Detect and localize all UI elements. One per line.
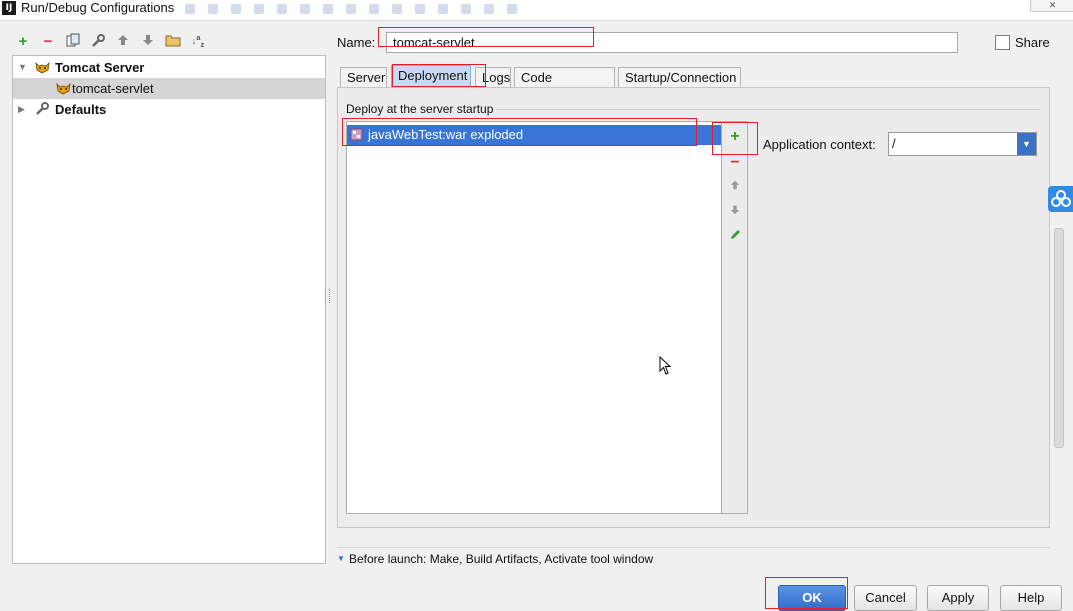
- sort-icon[interactable]: ↓az: [189, 33, 207, 51]
- tomcat-icon: [35, 61, 50, 74]
- expand-arrow-icon[interactable]: ▶: [18, 99, 25, 120]
- tab-server[interactable]: Server: [340, 67, 387, 87]
- share-label: Share: [1015, 35, 1050, 50]
- application-context-value: /: [892, 136, 896, 151]
- background-toolbar-ghost: [185, 2, 545, 14]
- tab-startup-connection[interactable]: Startup/Connection: [618, 67, 741, 87]
- tomcat-icon: [56, 82, 71, 95]
- application-context-label: Application context:: [763, 137, 876, 152]
- chevron-down-icon[interactable]: ▼: [1017, 133, 1036, 155]
- section-divider: [496, 109, 1040, 110]
- add-icon[interactable]: +: [14, 33, 32, 51]
- before-launch-divider: [337, 547, 1050, 548]
- remove-icon[interactable]: −: [39, 33, 57, 51]
- copy-icon[interactable]: [64, 33, 82, 51]
- collapse-arrow-icon[interactable]: ▼: [337, 554, 345, 563]
- move-up-icon[interactable]: [114, 33, 132, 51]
- window-title: Run/Debug Configurations: [21, 0, 175, 15]
- tab-deployment[interactable]: Deployment: [391, 65, 471, 87]
- war-artifact-icon: [350, 128, 363, 141]
- deploy-section-label: Deploy at the server startup: [346, 102, 494, 116]
- mouse-cursor-icon: [659, 356, 672, 375]
- list-item[interactable]: javaWebTest:war exploded: [347, 125, 721, 145]
- configuration-tree: ▼ Tomcat Server tomcat-servlet ▶ Default…: [12, 55, 326, 564]
- before-launch-label[interactable]: Before launch: Make, Build Artifacts, Ac…: [349, 552, 653, 566]
- tree-item-tomcat-servlet[interactable]: tomcat-servlet: [13, 78, 325, 99]
- settings-icon[interactable]: [89, 33, 107, 51]
- cloud-sync-icon[interactable]: [1048, 186, 1073, 212]
- folder-icon[interactable]: [164, 33, 182, 51]
- vertical-scrollbar[interactable]: [1054, 228, 1064, 448]
- ok-button[interactable]: OK: [778, 585, 846, 611]
- help-button[interactable]: Help: [1000, 585, 1062, 611]
- tab-code-coverage[interactable]: Code Coverage: [514, 67, 615, 105]
- cancel-button[interactable]: Cancel: [854, 585, 917, 611]
- move-down-icon[interactable]: [722, 203, 748, 221]
- remove-artifact-button[interactable]: −: [722, 154, 748, 172]
- edit-pencil-icon[interactable]: [722, 228, 748, 246]
- share-checkbox[interactable]: [995, 35, 1010, 50]
- expand-arrow-icon[interactable]: ▼: [18, 57, 27, 78]
- move-up-icon[interactable]: [722, 178, 748, 196]
- intellij-app-icon: IJ: [2, 1, 16, 15]
- close-window-button[interactable]: ✕: [1030, 0, 1073, 12]
- tree-item-label: Defaults: [55, 102, 107, 117]
- artifact-label: javaWebTest:war exploded: [368, 127, 524, 142]
- defaults-wrench-icon: [36, 102, 49, 115]
- tree-item-tomcat-server[interactable]: ▼ Tomcat Server: [13, 57, 325, 78]
- apply-button[interactable]: Apply: [927, 585, 989, 611]
- move-down-icon[interactable]: [139, 33, 157, 51]
- tree-item-defaults[interactable]: ▶ Defaults: [13, 99, 325, 120]
- tree-item-label: Tomcat Server: [55, 60, 145, 75]
- application-context-combobox[interactable]: [888, 132, 1037, 156]
- name-input[interactable]: tomcat-servlet: [386, 32, 958, 53]
- panel-splitter-handle[interactable]: [325, 289, 330, 303]
- add-artifact-button[interactable]: +: [722, 128, 748, 146]
- deploy-artifact-list[interactable]: [346, 121, 722, 514]
- name-label: Name:: [337, 35, 376, 50]
- tab-logs[interactable]: Logs: [475, 67, 511, 87]
- tree-item-label: tomcat-servlet: [72, 81, 154, 96]
